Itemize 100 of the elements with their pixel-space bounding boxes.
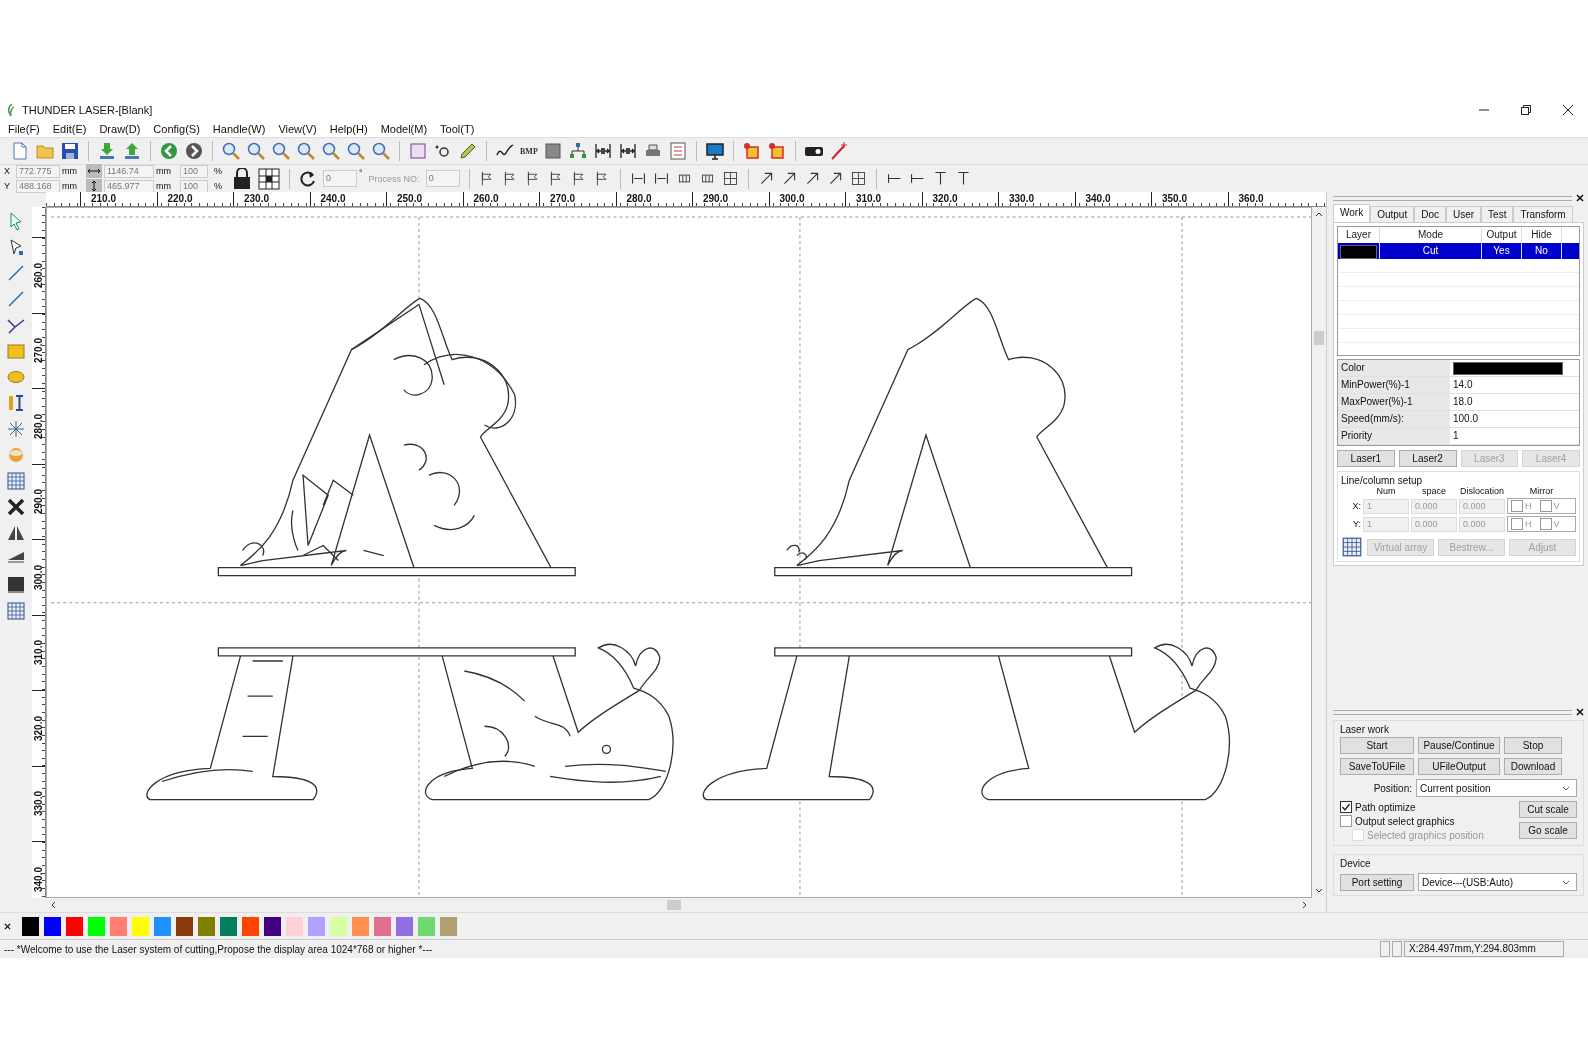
palette-color[interactable] (439, 915, 458, 937)
laser-work-button[interactable]: Stop (1504, 737, 1562, 754)
menu-item[interactable]: Handle(W) (212, 122, 266, 135)
palette-color[interactable] (197, 915, 216, 937)
rotate-icon[interactable] (299, 169, 317, 188)
menu-item[interactable]: Edit(E) (52, 122, 87, 135)
property-value[interactable]: 14.0 (1450, 377, 1579, 393)
height-scale-field[interactable]: 100 (180, 179, 208, 193)
menu-item[interactable]: Draw(D) (99, 122, 141, 135)
center-grid-icon[interactable] (258, 167, 280, 190)
close-icon[interactable] (1576, 708, 1584, 716)
zoom-icon[interactable] (371, 141, 391, 161)
zoom-out-icon[interactable] (271, 141, 291, 161)
delete-icon[interactable] (6, 497, 26, 517)
save-icon[interactable] (60, 141, 80, 161)
laser-work-button[interactable]: Pause/Continue (1418, 737, 1500, 754)
palette-color[interactable] (373, 915, 392, 937)
export-icon[interactable] (122, 141, 142, 161)
mirror-checkbox[interactable] (1539, 500, 1552, 512)
spacing-icon[interactable] (629, 170, 647, 187)
panel-tab[interactable]: Doc (1414, 206, 1446, 222)
forward-icon[interactable] (184, 141, 204, 161)
zoom-page-icon[interactable] (296, 141, 316, 161)
laser-tab-button[interactable]: Laser1 (1337, 450, 1395, 467)
zoom-in-icon[interactable] (221, 141, 241, 161)
palette-color[interactable] (307, 915, 326, 937)
scale-button[interactable]: Go scale (1519, 822, 1577, 839)
palette-color[interactable] (417, 915, 436, 937)
array-icon[interactable] (1341, 536, 1363, 558)
palette-color[interactable] (21, 915, 40, 937)
palette-color[interactable] (153, 915, 172, 937)
x-position-field[interactable]: 772.775 (16, 164, 60, 178)
height-field[interactable]: 465.977 (104, 179, 154, 193)
panel-tab[interactable]: Work (1333, 204, 1371, 222)
menu-item[interactable]: View(V) (278, 122, 317, 135)
mirror-checkbox[interactable] (1539, 518, 1552, 530)
menu-item[interactable]: Model(M) (380, 122, 428, 135)
panel-tab[interactable]: Test (1481, 206, 1514, 222)
palette-color[interactable] (175, 915, 194, 937)
panel-tab[interactable]: Output (1370, 206, 1415, 222)
checkbox[interactable] (1340, 815, 1352, 827)
panel-tab[interactable]: Transform (1513, 206, 1573, 222)
square-fill-icon[interactable] (542, 141, 563, 161)
plain-letter-bottom-drawing[interactable] (702, 643, 1230, 801)
property-value[interactable]: 18.0 (1450, 394, 1579, 410)
line-icon[interactable] (6, 289, 26, 309)
node-tree-icon[interactable] (567, 141, 588, 161)
laser-work-button[interactable]: Start (1340, 737, 1414, 754)
scroll-down-icon[interactable] (1315, 888, 1323, 894)
close-icon[interactable] (4, 923, 11, 930)
restore-icon[interactable] (1520, 104, 1532, 116)
laser-tab-button[interactable]: Laser2 (1398, 450, 1457, 467)
palette-color[interactable] (219, 915, 238, 937)
panel-tab[interactable]: User (1446, 206, 1482, 222)
distribute-icon[interactable] (617, 141, 638, 161)
pen-icon[interactable] (458, 141, 478, 161)
mirror-checkbox[interactable] (1511, 518, 1523, 530)
line-icon[interactable] (6, 263, 26, 283)
palette-color[interactable] (43, 915, 62, 937)
menu-item[interactable]: Config(S) (153, 122, 200, 135)
import-icon[interactable] (97, 141, 117, 161)
palette-color[interactable] (65, 915, 84, 937)
palette-color[interactable] (395, 915, 414, 937)
property-value[interactable]: 1 (1450, 428, 1579, 444)
palette-color[interactable] (241, 915, 260, 937)
color-swatch[interactable] (1453, 361, 1563, 375)
spacing-icon[interactable] (652, 170, 670, 187)
close-icon[interactable] (1562, 104, 1574, 116)
array-icon[interactable] (6, 601, 26, 621)
zoom-icon[interactable] (346, 141, 366, 161)
position-dropdown[interactable]: Current position (1416, 779, 1577, 797)
distribute-icon[interactable] (592, 141, 613, 161)
list-icon[interactable] (667, 141, 688, 161)
array-icon[interactable] (6, 471, 26, 491)
ornate-letter-top-drawing[interactable] (217, 297, 576, 577)
port-setting-button[interactable]: Port setting (1340, 873, 1414, 891)
property-value[interactable]: 100.0 (1450, 411, 1579, 427)
width-field[interactable]: 1146.74 (104, 164, 154, 178)
width-scale-field[interactable]: 100 (180, 164, 208, 178)
layer-row[interactable]: Cut Yes No (1338, 243, 1579, 259)
device-dropdown[interactable]: Device---(USB:Auto) (1418, 873, 1577, 891)
scroll-thumb[interactable] (667, 900, 681, 910)
palette-color[interactable] (329, 915, 348, 937)
scroll-left-icon[interactable] (50, 901, 56, 909)
zoom-icon[interactable] (321, 141, 341, 161)
palette-color[interactable] (263, 915, 282, 937)
checkbox[interactable] (1340, 801, 1352, 813)
plain-letter-top-drawing[interactable] (774, 297, 1133, 577)
laser-work-button[interactable]: SaveToUFile (1340, 758, 1414, 775)
mirror-checkbox[interactable] (1511, 500, 1523, 512)
palette-color[interactable] (109, 915, 128, 937)
palette-color[interactable] (87, 915, 106, 937)
star-icon[interactable] (6, 419, 26, 439)
scroll-thumb[interactable] (1314, 330, 1324, 345)
menu-item[interactable]: Tool(T) (440, 122, 475, 135)
lock-icon[interactable] (232, 167, 252, 190)
wand-icon[interactable] (828, 141, 849, 161)
size-icon[interactable] (721, 170, 739, 187)
y-position-field[interactable]: 488.168 (16, 179, 60, 193)
new-file-icon[interactable] (10, 141, 30, 161)
